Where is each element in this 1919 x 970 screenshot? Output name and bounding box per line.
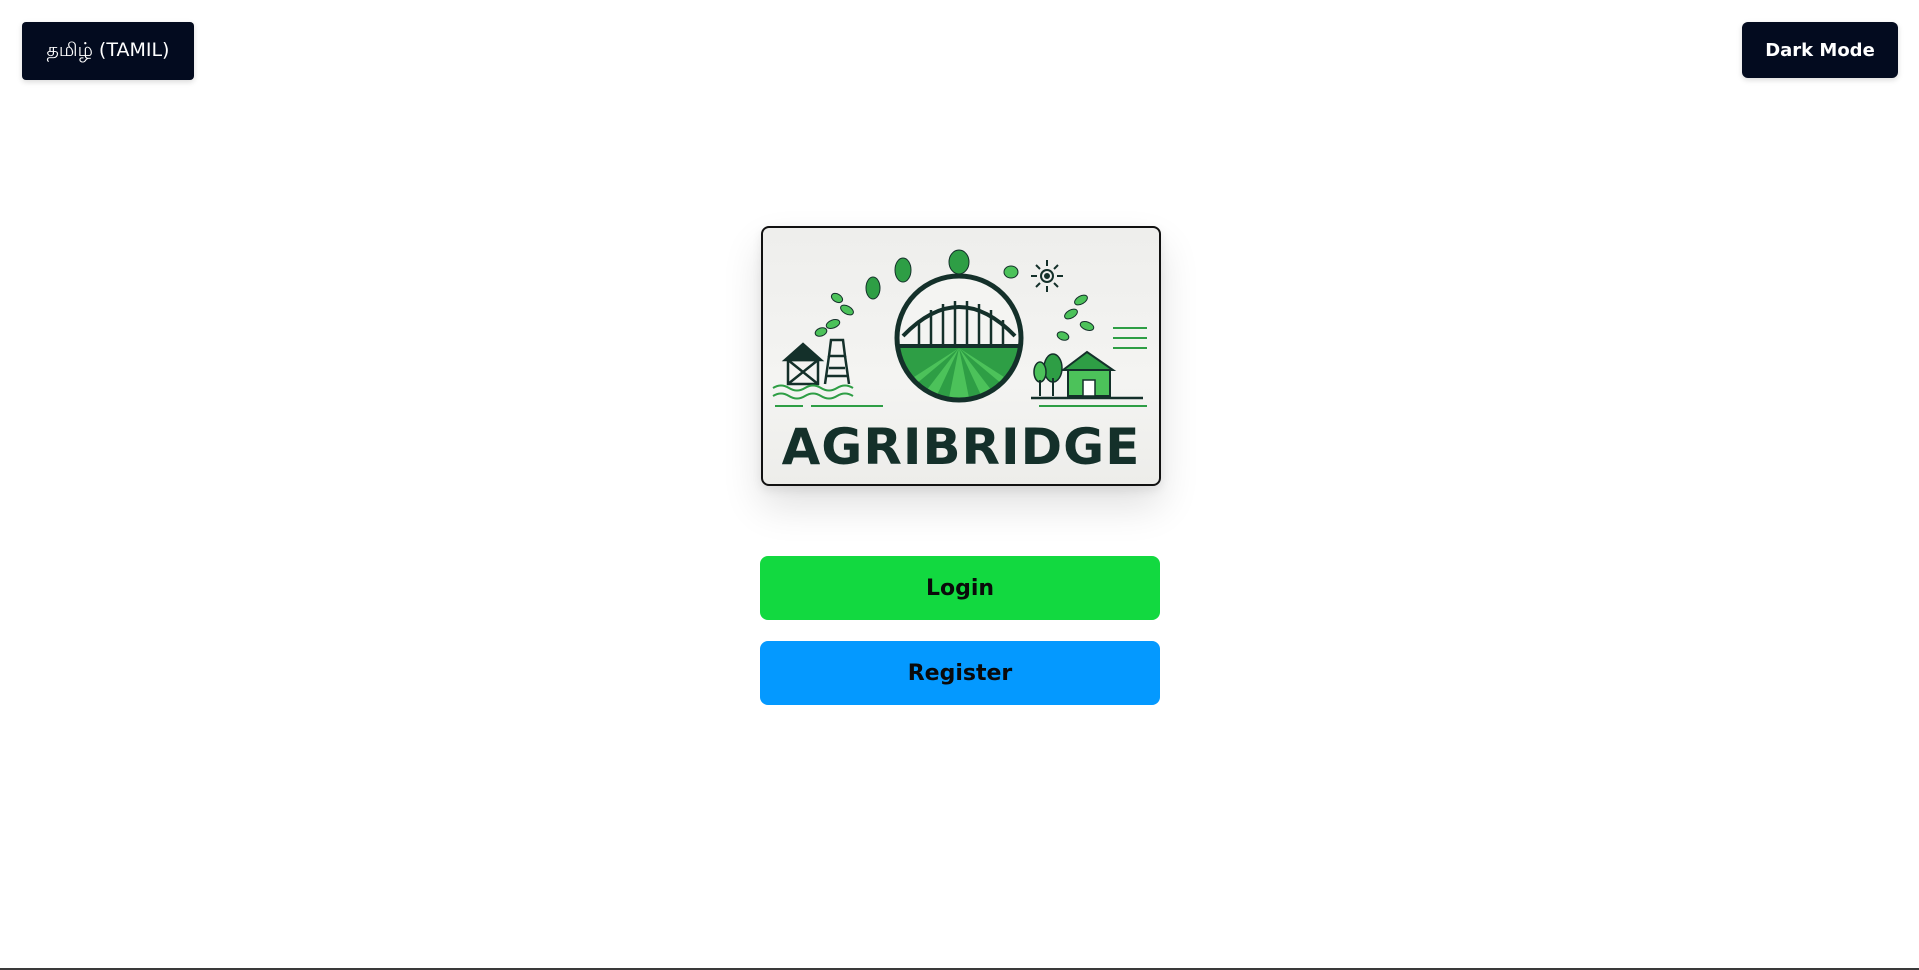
tree-icon [1033, 353, 1063, 396]
water-waves-icon [772, 384, 854, 400]
agribridge-logo: AGRIBRIDGE [761, 226, 1161, 486]
leaf-branch-right-icon [1056, 294, 1095, 341]
dark-mode-button[interactable]: Dark Mode [1742, 22, 1898, 78]
house-icon [1060, 350, 1117, 397]
register-button[interactable]: Register [760, 641, 1160, 705]
login-button[interactable]: Login [760, 556, 1160, 620]
sun-icon [1031, 260, 1063, 292]
bridge-emblem-icon [894, 273, 1024, 403]
water-tower-icon [823, 338, 851, 385]
landing-page: தமிழ் (TAMIL) Dark Mode AGRIBRIDGE Login… [0, 0, 1919, 970]
language-toggle-button[interactable]: தமிழ் (TAMIL) [22, 22, 194, 80]
logo-wordmark: AGRIBRIDGE [782, 418, 1141, 476]
logo-illustration: AGRIBRIDGE [772, 249, 1147, 476]
barn-icon [781, 342, 825, 386]
